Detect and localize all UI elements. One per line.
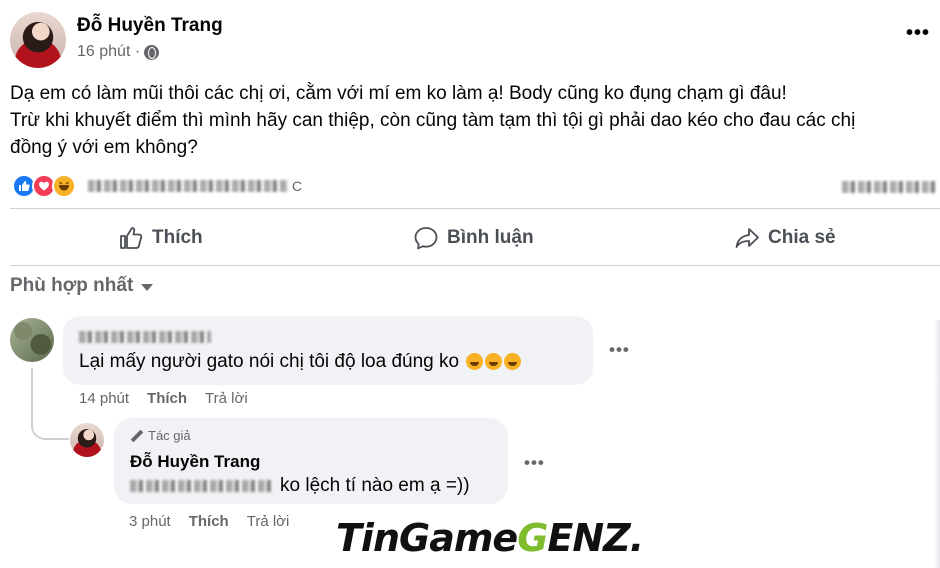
haha-reaction-icon xyxy=(52,174,76,198)
reply-time[interactable]: 3 phút xyxy=(129,513,171,530)
comment-like-button[interactable]: Thích xyxy=(147,390,187,407)
post-text-line: Trừ khi khuyết điểm thì mình hãy can thi… xyxy=(10,110,856,131)
reply-author-name[interactable]: Đỗ Huyền Trang xyxy=(130,452,260,472)
reply-meta: 3 phút Thích Trả lời xyxy=(129,513,289,530)
blurred-mention xyxy=(130,480,272,492)
comment-label: Bình luận xyxy=(447,227,534,248)
post-meta: 16 phút · xyxy=(77,43,160,61)
author-name[interactable]: Đỗ Huyền Trang xyxy=(77,15,223,37)
watermark-part-2: G xyxy=(517,516,548,560)
comment-bubble: Lại mấy người gato nói chị tôi độ loa đú… xyxy=(63,316,593,385)
like-button[interactable]: Thích xyxy=(118,212,203,264)
commenter-avatar[interactable] xyxy=(10,318,54,362)
reply-author-avatar[interactable] xyxy=(70,423,104,457)
comment-text-content: Lại mấy người gato nói chị tôi độ loa đú… xyxy=(79,351,460,372)
divider xyxy=(10,265,940,266)
reply-like-button[interactable]: Thích xyxy=(189,513,229,530)
post-actions: Thích Bình luận Chia sẻ xyxy=(10,212,940,264)
post-more-button[interactable]: ••• xyxy=(906,22,930,45)
reply-text: ko lệch tí nào em ạ =)) xyxy=(130,475,470,497)
reply-more-button[interactable]: ••• xyxy=(524,453,545,473)
reaction-names-suffix: C xyxy=(292,178,303,194)
post-time[interactable]: 16 phút · xyxy=(77,43,140,61)
laughing-emoji-icon xyxy=(504,353,522,371)
blurred-name xyxy=(79,331,211,343)
reaction-summary[interactable]: C xyxy=(12,174,302,198)
reply-reply-button[interactable]: Trả lời xyxy=(247,513,290,530)
share-button[interactable]: Chia sẻ xyxy=(734,212,836,264)
blurred-counts xyxy=(842,181,938,193)
post-text-line: đồng ý với em không? xyxy=(10,137,198,158)
post-text: Dạ em có làm mũi thôi các chị ơi, cằm vớ… xyxy=(10,80,930,161)
sort-label: Phù hợp nhất xyxy=(10,275,134,296)
comment-meta: 14 phút Thích Trả lời xyxy=(79,390,248,407)
watermark-logo: TinGameGENZ. xyxy=(336,516,644,560)
blurred-reaction-names xyxy=(88,180,288,192)
post-text-line: Dạ em có làm mũi thôi các chị ơi, cằm vớ… xyxy=(10,83,787,104)
laughing-emoji-icon xyxy=(485,353,503,371)
reply-text-content: ko lệch tí nào em ạ =)) xyxy=(280,475,470,496)
reaction-names[interactable]: C xyxy=(88,178,302,194)
comment-time[interactable]: 14 phút xyxy=(79,390,129,407)
share-label: Chia sẻ xyxy=(768,227,836,248)
globe-icon xyxy=(144,44,160,60)
side-panel-edge xyxy=(934,320,940,568)
watermark-part-3: ENZ. xyxy=(547,516,644,560)
divider xyxy=(10,208,940,209)
comment-text: Lại mấy người gato nói chị tôi độ loa đú… xyxy=(79,351,522,373)
comment-share-count[interactable] xyxy=(842,180,938,198)
laughing-emoji-icon xyxy=(466,353,484,371)
comment-sort-dropdown[interactable]: Phù hợp nhất xyxy=(10,275,154,297)
author-avatar[interactable] xyxy=(10,12,66,68)
comment-button[interactable]: Bình luận xyxy=(413,212,534,264)
post-header: Đỗ Huyền Trang 16 phút · ••• xyxy=(10,12,930,68)
pencil-icon xyxy=(130,429,144,442)
reply-bubble: Tác giả Đỗ Huyền Trang ko lệch tí nào em… xyxy=(114,418,508,504)
author-badge-label: Tác giả xyxy=(148,428,191,443)
thumbs-up-icon xyxy=(120,227,143,249)
comment-reply-button[interactable]: Trả lời xyxy=(205,390,248,407)
watermark-part-1: TinGame xyxy=(336,516,518,560)
author-badge: Tác giả xyxy=(130,428,191,443)
comment-more-button[interactable]: ••• xyxy=(609,340,630,360)
comment-icon xyxy=(414,227,438,250)
like-label: Thích xyxy=(152,227,203,248)
commenter-name-blurred[interactable] xyxy=(79,330,211,348)
reply-thread-line xyxy=(31,368,69,440)
share-icon xyxy=(735,228,759,248)
chevron-down-icon xyxy=(141,283,154,291)
